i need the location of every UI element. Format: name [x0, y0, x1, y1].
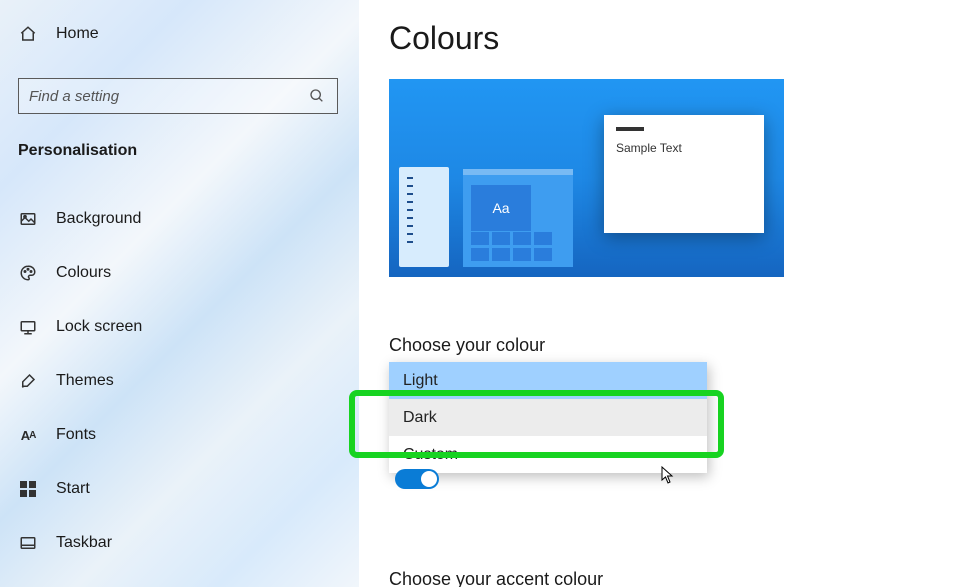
preview-window: Sample Text	[604, 115, 764, 233]
preview-tile-text: Aa	[471, 185, 531, 231]
sidebar-item-lockscreen[interactable]: Lock screen	[18, 300, 341, 354]
transparency-toggle[interactable]	[395, 469, 439, 489]
choose-colour-label: Choose your colour	[389, 335, 970, 356]
preview-start-menu	[399, 167, 449, 267]
sidebar-item-label: Colours	[56, 264, 111, 282]
theme-preview: Aa Sample Text	[389, 79, 784, 277]
sidebar-item-taskbar[interactable]: Taskbar	[18, 516, 341, 570]
sidebar-item-label: Fonts	[56, 426, 96, 444]
taskbar-icon	[18, 533, 38, 553]
search-icon	[307, 86, 327, 106]
monitor-icon	[18, 317, 38, 337]
sidebar-item-themes[interactable]: Themes	[18, 354, 341, 408]
section-title: Personalisation	[18, 142, 341, 160]
brush-icon	[18, 371, 38, 391]
dropdown-option-dark[interactable]: Dark	[389, 399, 707, 436]
page-title: Colours	[389, 20, 970, 57]
sidebar-item-label: Background	[56, 210, 141, 228]
settings-sidebar: Home Personalisation Background	[0, 0, 359, 587]
preview-tiles: Aa	[463, 169, 573, 267]
sidebar-item-label: Taskbar	[56, 534, 112, 552]
colour-mode-dropdown[interactable]: Light Dark Custom	[389, 362, 707, 473]
main-content: Colours Aa Sample Text Choose your colou…	[359, 0, 970, 587]
search-box[interactable]	[18, 78, 338, 114]
dropdown-option-custom[interactable]: Custom	[389, 436, 707, 473]
sidebar-item-label: Themes	[56, 372, 114, 390]
home-icon	[18, 24, 38, 44]
palette-icon	[18, 263, 38, 283]
sidebar-item-fonts[interactable]: AA Fonts	[18, 408, 341, 462]
preview-sample-text: Sample Text	[616, 141, 752, 155]
sidebar-item-colours[interactable]: Colours	[18, 246, 341, 300]
home-link[interactable]: Home	[18, 24, 341, 44]
sidebar-item-label: Lock screen	[56, 318, 142, 336]
font-icon: AA	[18, 425, 38, 445]
nav-list: Background Colours Lock screen	[18, 192, 341, 570]
image-icon	[18, 209, 38, 229]
dropdown-option-light[interactable]: Light	[389, 362, 707, 399]
sidebar-item-label: Start	[56, 480, 90, 498]
home-label: Home	[56, 25, 99, 43]
search-input[interactable]	[29, 88, 307, 105]
sidebar-item-background[interactable]: Background	[18, 192, 341, 246]
sidebar-item-start[interactable]: Start	[18, 462, 341, 516]
start-icon	[18, 479, 38, 499]
choose-accent-label: Choose your accent colour	[389, 569, 970, 587]
